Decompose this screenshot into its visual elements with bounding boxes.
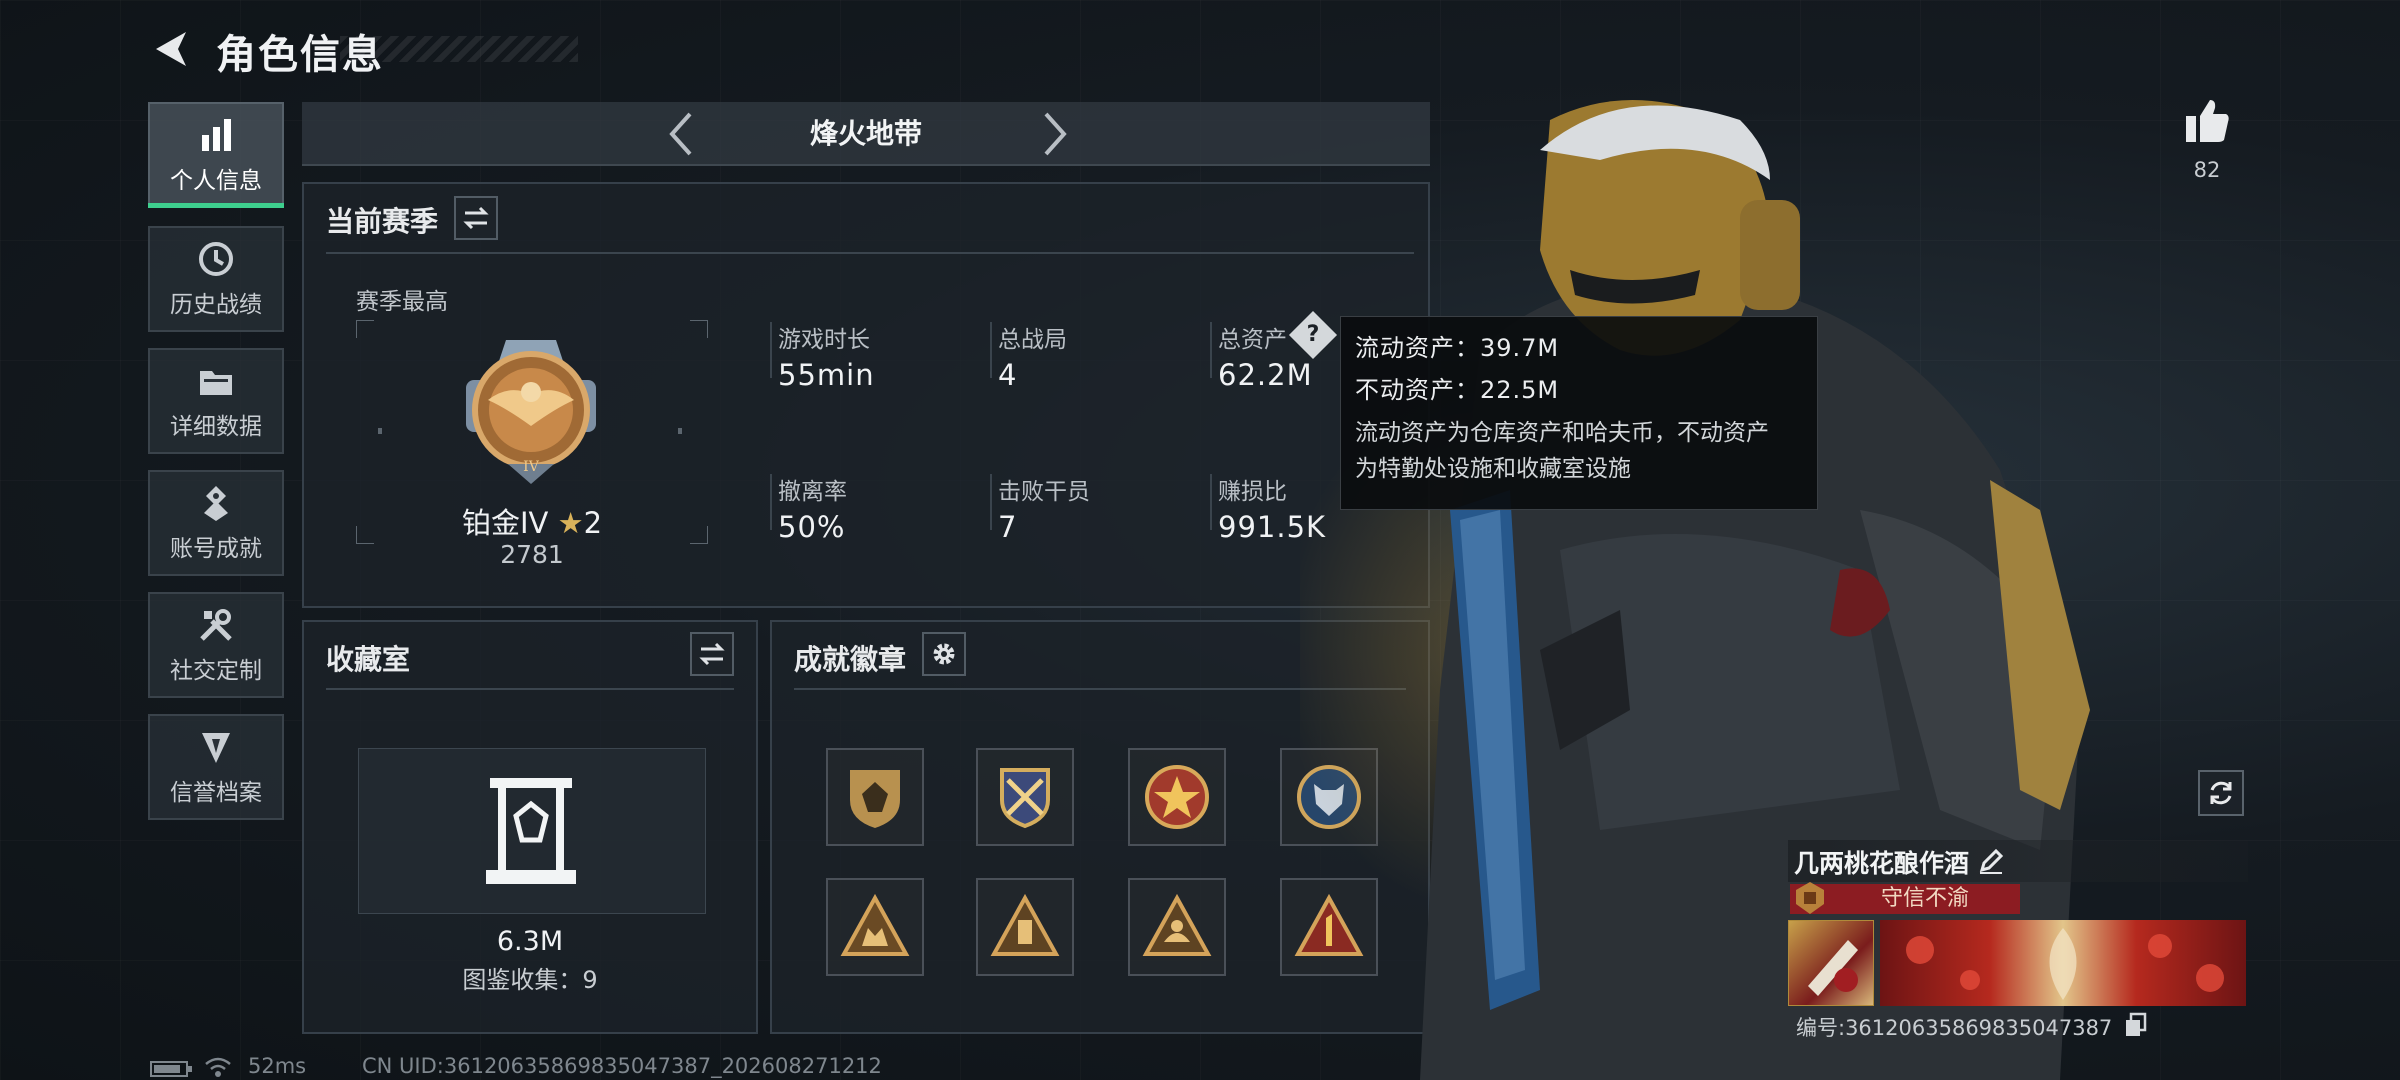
history-icon — [199, 242, 233, 276]
triangle-team-badge[interactable] — [826, 878, 924, 976]
reputation-tag-text: 守信不渝 — [1880, 886, 1969, 911]
star-medal-badge[interactable] — [1128, 748, 1226, 846]
chevron-left-icon — [669, 112, 692, 156]
crossed-swords-badge-icon — [1000, 768, 1050, 829]
stat-value: 7 — [998, 510, 1018, 544]
triangle-hand-badge[interactable] — [1128, 878, 1226, 976]
sidebar-item-label: 账号成就 — [170, 536, 262, 562]
divider — [770, 322, 772, 378]
reputation-emblem-icon — [1796, 882, 1824, 914]
rank-line: 铂金IV ★2 — [356, 500, 708, 542]
season-title: 当前赛季 — [326, 205, 439, 238]
collection-title: 收藏室 — [326, 643, 411, 676]
divider — [770, 474, 772, 530]
sidebar-item-detail-data[interactable]: 详细数据 — [148, 348, 284, 454]
stat-value: 55min — [778, 358, 875, 392]
next-mode-button[interactable] — [1028, 108, 1080, 160]
triangle-tower-badge-icon — [990, 893, 1060, 956]
shield-badge[interactable] — [826, 748, 924, 846]
back-arrow-icon — [156, 32, 186, 66]
stat-label: 赚损比 — [1218, 479, 1287, 505]
divider — [990, 322, 992, 378]
reputation-icon — [202, 733, 230, 763]
collection-count: 图鉴收集：9 — [462, 966, 598, 994]
wifi-icon — [205, 1057, 231, 1077]
triangle-hand-badge-icon — [1142, 893, 1212, 956]
switch-season-button[interactable] — [454, 196, 498, 240]
badge-settings-button[interactable] — [922, 632, 966, 676]
achievement-icon — [204, 486, 228, 521]
tooltip-description-line1: 流动资产为仓库资产和哈夫币，不动资产 — [1355, 420, 1769, 446]
sidebar-item-social-custom[interactable]: 社交定制 — [148, 592, 284, 698]
folder-icon — [200, 371, 232, 395]
tools-icon — [200, 609, 232, 641]
bar-chart-icon — [202, 119, 231, 151]
sidebar-item-personal-info[interactable]: 个人信息 — [148, 102, 284, 208]
rank-name: 铂金IV — [461, 506, 549, 540]
star-medal-badge-icon — [1145, 765, 1209, 829]
divider — [1210, 474, 1212, 530]
platinum-rank-emblem: IV — [466, 340, 596, 484]
chevron-right-icon — [1044, 112, 1067, 156]
sidebar-item-label: 社交定制 — [170, 658, 262, 684]
player-id: 编号:36120635869835047387 — [1796, 1016, 2113, 1040]
sidebar-item-label: 个人信息 — [170, 168, 262, 194]
sidebar-item-label: 详细数据 — [170, 414, 262, 440]
stat-label: 总战局 — [998, 327, 1067, 353]
stat-label: 击败干员 — [998, 479, 1090, 505]
avatar-art — [1808, 940, 1858, 996]
stat-value: 4 — [998, 358, 1018, 392]
swap-icon — [699, 642, 725, 666]
tooltip-fixed-assets: 不动资产：22.5M — [1355, 376, 1560, 404]
sidebar-item-reputation[interactable]: 信誉档案 — [148, 714, 284, 820]
stat-label: 游戏时长 — [778, 327, 870, 353]
sidebar-item-label: 历史战绩 — [170, 292, 262, 318]
ping-text: 52ms — [248, 1054, 307, 1078]
back-button[interactable] — [148, 26, 194, 72]
divider — [326, 688, 734, 690]
likes-count: 82 — [2193, 158, 2221, 182]
prev-mode-button[interactable] — [656, 108, 708, 160]
mode-title: 烽火地带 — [809, 117, 922, 150]
display-case-icon — [486, 778, 576, 884]
refresh-icon — [2210, 781, 2232, 805]
sidebar-item-label: 信誉档案 — [170, 780, 262, 806]
shield-badge-icon — [850, 770, 900, 828]
tooltip-liquid-assets: 流动资产：39.7M — [1355, 334, 1560, 362]
crossed-swords-badge[interactable] — [976, 748, 1074, 846]
refresh-button[interactable] — [2198, 770, 2244, 816]
page-title: 角色信息 — [216, 32, 384, 78]
stat-value: 50% — [778, 510, 846, 544]
stat-value: 62.2M — [1218, 358, 1313, 392]
player-name: 几两桃花酿作酒 — [1794, 849, 1970, 878]
badges-title: 成就徽章 — [794, 643, 907, 676]
stat-label: 撤离率 — [778, 479, 847, 505]
tooltip-description-line2: 为特勤处设施和收藏室设施 — [1355, 456, 1631, 482]
rank-score: 2781 — [500, 540, 564, 569]
thumbs-up-icon[interactable] — [2182, 96, 2232, 146]
svg-text:IV: IV — [523, 459, 540, 475]
collection-value: 6.3M — [496, 926, 564, 957]
total-assets-tooltip: 流动资产：39.7M 不动资产：22.5M 流动资产为仓库资产和哈夫币，不动资产… — [1340, 316, 1818, 510]
copy-id-button[interactable] — [2124, 1012, 2148, 1038]
divider — [1210, 322, 1212, 378]
triangle-team-badge-icon — [840, 893, 910, 956]
edit-name-button[interactable] — [1976, 846, 2006, 876]
stat-label: 总资产 — [1218, 327, 1287, 353]
swap-icon — [463, 206, 489, 230]
banner-pattern — [1906, 928, 2224, 1000]
battery-icon — [150, 1061, 192, 1077]
rank-stars: 2 — [583, 506, 603, 540]
season-best-label: 赛季最高 — [356, 289, 448, 315]
sidebar-item-achievements[interactable]: 账号成就 — [148, 470, 284, 576]
gear-icon — [933, 643, 955, 665]
triangle-tower-badge[interactable] — [976, 878, 1074, 976]
sidebar-item-history[interactable]: 历史战绩 — [148, 226, 284, 332]
divider — [990, 474, 992, 530]
star-icon: ★ — [557, 506, 584, 540]
divider — [326, 252, 1414, 254]
uid-text: CN UID:36120635869835047387_202608271212 — [362, 1054, 882, 1078]
switch-collection-button[interactable] — [690, 632, 734, 676]
